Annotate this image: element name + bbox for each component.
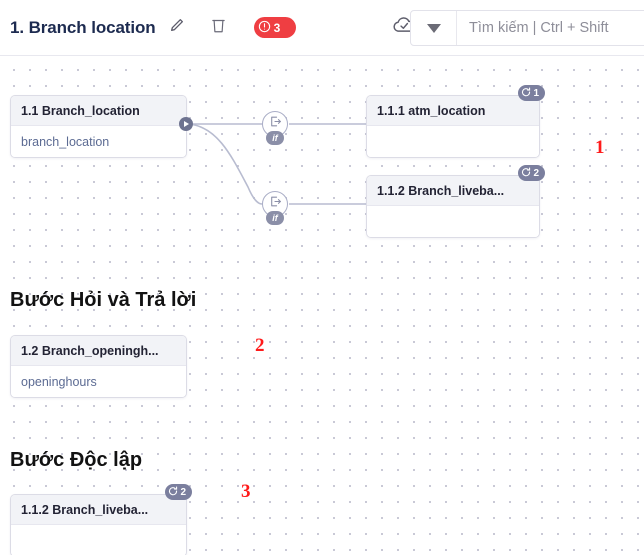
node-title: 1.1.2 Branch_liveba... bbox=[11, 495, 186, 525]
node-card[interactable]: 2 1.1.2 Branch_liveba... bbox=[366, 165, 545, 238]
pencil-icon bbox=[169, 17, 185, 38]
node-card[interactable]: 1.1 Branch_location branch_location bbox=[10, 95, 187, 158]
node-card[interactable]: 1 1.1.1 atm_location bbox=[366, 85, 545, 158]
node-subtitle: branch_location bbox=[11, 126, 186, 157]
flow-canvas[interactable]: 1.1 Branch_location branch_location if i… bbox=[0, 57, 644, 555]
annotation-marker: 1 bbox=[595, 137, 605, 158]
section-heading: Bước Độc lập bbox=[10, 449, 143, 471]
annotation-marker: 3 bbox=[241, 481, 251, 502]
node-subtitle bbox=[367, 206, 539, 237]
loop-arrow-icon bbox=[168, 486, 178, 499]
node-loop-count: 2 bbox=[180, 486, 186, 498]
trash-icon bbox=[211, 17, 226, 39]
node-subtitle: openinghours bbox=[11, 366, 186, 397]
loop-arrow-icon bbox=[521, 87, 531, 100]
node-output-port[interactable] bbox=[179, 117, 193, 131]
edit-title-button[interactable] bbox=[164, 15, 190, 41]
annotation-marker: 2 bbox=[255, 335, 265, 356]
search-input[interactable] bbox=[457, 19, 644, 37]
node-loop-badge[interactable]: 2 bbox=[518, 165, 545, 181]
search-scope-dropdown[interactable] bbox=[411, 11, 457, 45]
error-count-badge[interactable]: 3 bbox=[253, 17, 296, 38]
node-loop-count: 1 bbox=[533, 87, 539, 99]
node-card[interactable]: 2 1.1.2 Branch_liveba... bbox=[10, 484, 192, 555]
play-triangle-icon bbox=[184, 121, 190, 127]
caret-down-icon bbox=[426, 23, 441, 33]
alert-circle-icon bbox=[258, 20, 271, 36]
flow-editor-screen: 1. Branch location 3 Tìm kiếm | Ctrl + S… bbox=[0, 0, 644, 555]
error-count-value: 3 bbox=[273, 20, 281, 35]
node-title: 1.1 Branch_location bbox=[11, 96, 186, 126]
node-title: 1.1.1 atm_location bbox=[367, 96, 539, 126]
search-bar bbox=[410, 10, 644, 46]
node-subtitle bbox=[367, 126, 539, 157]
page-title: 1. Branch location bbox=[10, 17, 156, 37]
node-card[interactable]: 1.2 Branch_openingh... openinghours bbox=[10, 335, 187, 398]
loop-arrow-icon bbox=[521, 167, 531, 180]
node-loop-badge[interactable]: 2 bbox=[165, 484, 192, 500]
delete-button[interactable] bbox=[206, 15, 232, 41]
condition-tag[interactable]: if bbox=[266, 211, 284, 225]
node-title: 1.1.2 Branch_liveba... bbox=[367, 176, 539, 206]
app-header: 1. Branch location 3 Tìm kiếm | Ctrl + S… bbox=[0, 0, 644, 56]
node-loop-count: 2 bbox=[533, 167, 539, 179]
node-title: 1.2 Branch_openingh... bbox=[11, 336, 186, 366]
section-heading: Bước Hỏi và Trả lời bbox=[10, 289, 197, 311]
condition-tag[interactable]: if bbox=[266, 131, 284, 145]
node-loop-badge[interactable]: 1 bbox=[518, 85, 545, 101]
node-subtitle bbox=[11, 525, 186, 555]
